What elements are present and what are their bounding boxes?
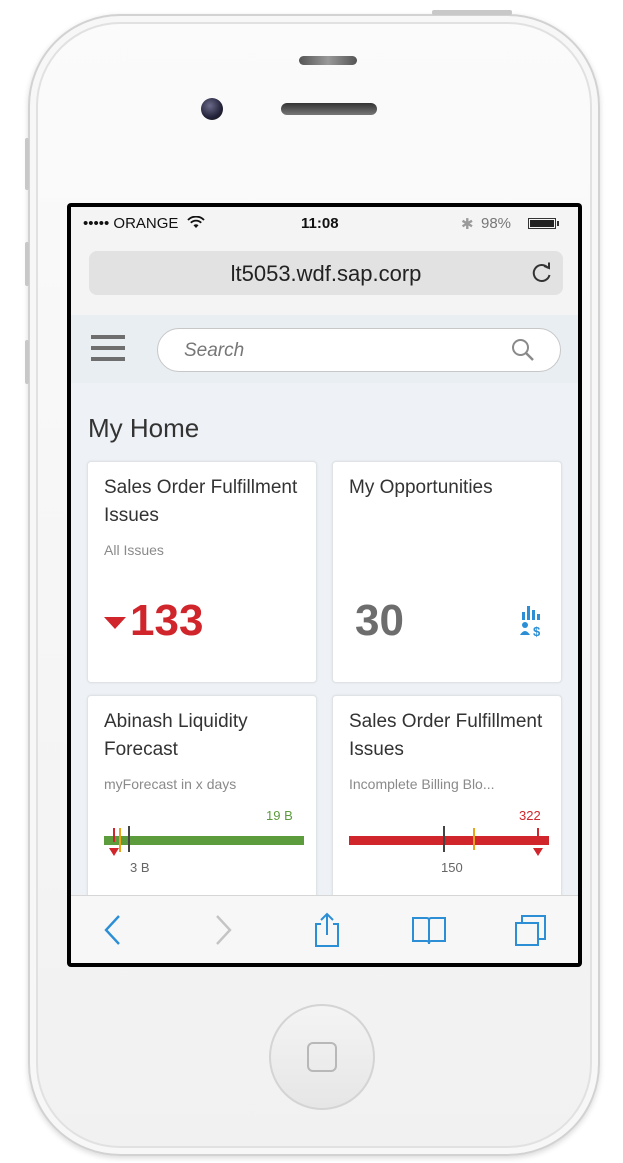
tile-subtitle: All Issues [104,542,164,558]
tile-subtitle: Incomplete Billing Blo... [349,776,495,792]
battery-percentage: 98% [481,215,512,232]
browser-toolbar [71,895,578,963]
bookmarks-icon[interactable] [409,910,449,950]
baseline-label: 150 [441,860,463,875]
carrier-text: ••••• ORANGE [83,215,179,232]
actual-marker [128,826,130,852]
battery-fill [530,220,554,227]
home-button[interactable] [269,1004,375,1110]
search-field[interactable] [157,328,561,372]
screen-content: ••••• ORANGE 11:08 ✱ 98% lt5053.wdf.sap.… [71,207,578,963]
threshold-marker-critical [119,828,121,852]
threshold-marker-error [537,828,539,842]
phone-screen: ••••• ORANGE 11:08 ✱ 98% lt5053.wdf.sap.… [67,203,582,967]
threshold-marker-critical [473,828,475,850]
volume-up-button [25,242,29,286]
bullet-chart [104,826,304,856]
actual-marker [443,826,445,852]
tile-sales-order-issues[interactable]: Sales Order Fulfillment Issues All Issue… [87,461,317,683]
target-label: 322 [519,808,541,823]
opportunities-icon: $ [520,606,541,638]
tile-subtitle: myForecast in x days [104,776,237,792]
baseline-label: 3 B [130,860,150,875]
bluetooth-icon: ✱ [461,216,474,233]
threshold-marker-error [113,828,115,842]
tile-my-opportunities[interactable]: My Opportunities 30 $ [332,461,562,683]
kpi-number: 30 [355,596,404,645]
url-text: lt5053.wdf.sap.corp [230,261,422,286]
menu-icon[interactable] [91,335,125,363]
target-label: 19 B [266,808,293,823]
reload-icon[interactable] [529,260,555,286]
threshold-arrow-down-icon [533,848,543,856]
tabs-icon[interactable] [511,910,551,950]
power-button [432,10,512,15]
kpi-number: 133 [130,596,204,645]
volume-down-button [25,340,29,384]
page-title: My Home [88,413,200,443]
tile-title: My Opportunities [349,477,493,498]
address-bar[interactable]: lt5053.wdf.sap.corp [89,251,563,295]
app-header [71,315,578,383]
top-sensor [299,56,357,65]
tile-liquidity-forecast[interactable]: Abinash Liquidity Forecast myForecast in… [87,695,317,895]
front-camera [201,98,223,120]
bullet-bar [349,836,549,845]
search-input[interactable] [182,337,506,365]
carrier-label: ••••• ORANGE [83,215,205,232]
search-icon[interactable] [510,337,536,363]
home-content: My Home Sales Order Fulfillment Issues A… [71,383,578,895]
battery-tip [557,221,559,226]
tile-title: Sales Order Fulfillment Issues [349,711,543,760]
earpiece-speaker [281,103,377,115]
tile-title: Sales Order Fulfillment Issues [104,477,298,526]
threshold-arrow-down-icon [109,848,119,856]
tile-billing-block-issues[interactable]: Sales Order Fulfillment Issues Incomplet… [332,695,562,895]
svg-text:$: $ [533,624,541,638]
home-square-icon [307,1042,337,1072]
trend-down-icon [104,617,126,630]
mute-switch [25,138,29,190]
kpi-value: 133 [104,596,203,646]
forward-icon[interactable] [203,910,243,950]
battery-icon [528,218,556,229]
back-icon[interactable] [95,910,135,950]
tile-title: Abinash Liquidity Forecast [104,711,248,760]
clock: 11:08 [301,215,339,232]
wifi-icon [186,215,205,228]
browser-address-area: lt5053.wdf.sap.corp [71,239,578,347]
bullet-chart [349,826,549,856]
bullet-bar [104,836,304,845]
status-bar: ••••• ORANGE 11:08 ✱ 98% [71,207,578,239]
share-icon[interactable] [307,910,347,950]
